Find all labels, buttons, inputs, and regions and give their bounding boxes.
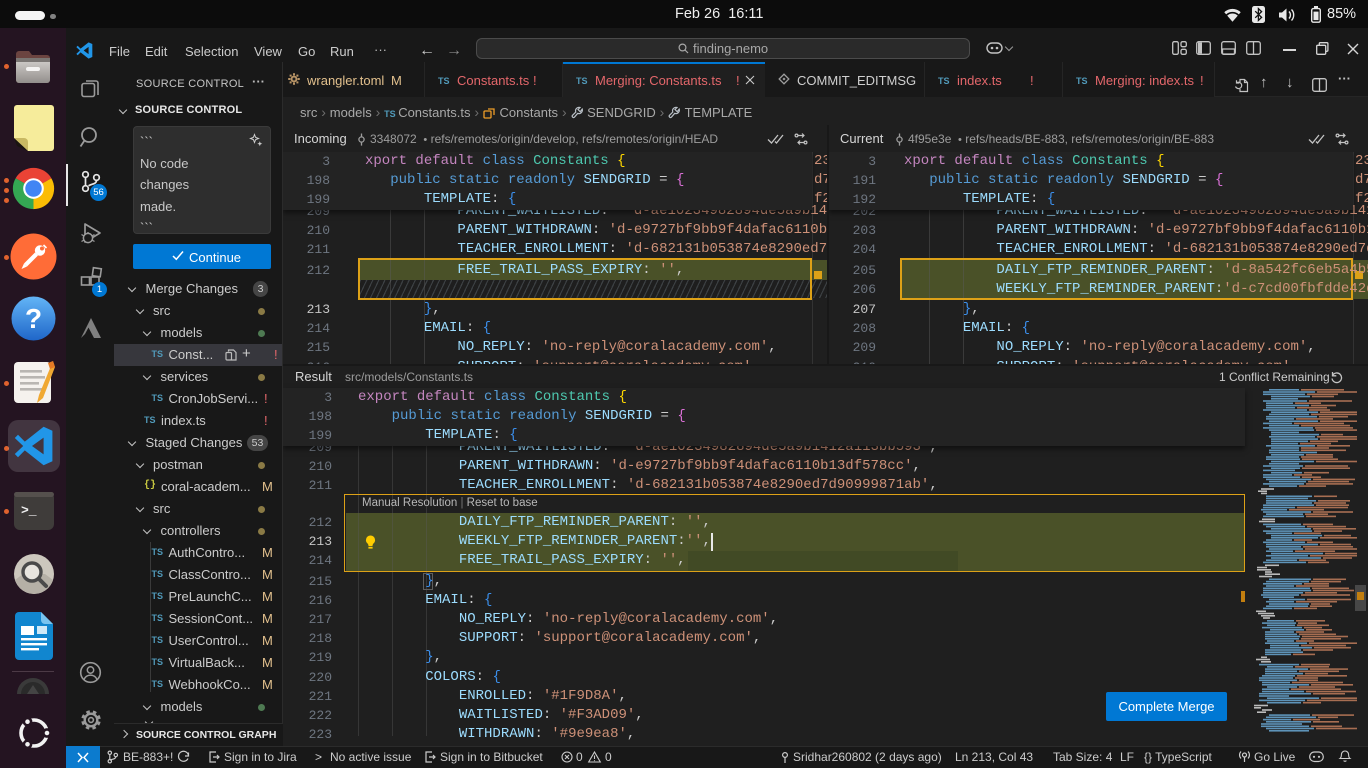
svg-text:>_: >_ bbox=[21, 503, 37, 518]
svg-text:?: ? bbox=[25, 303, 42, 334]
